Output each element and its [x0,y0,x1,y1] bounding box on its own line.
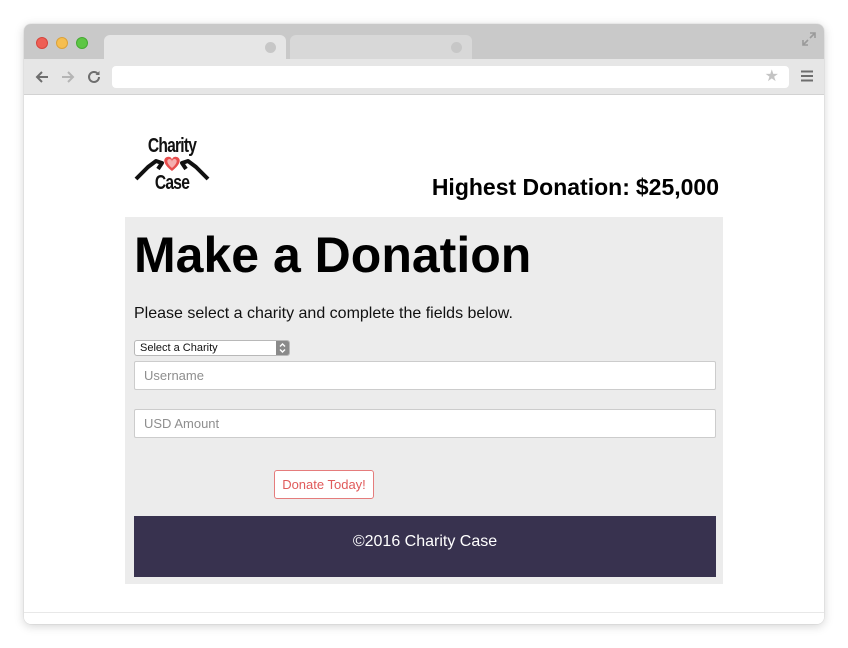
reload-icon[interactable] [86,69,102,85]
username-input[interactable] [134,361,716,390]
tab-active[interactable] [104,35,286,59]
tab-close-icon[interactable] [265,42,276,53]
tab-inactive[interactable] [290,35,472,59]
tab-bar [24,24,824,59]
donation-form-card: Make a Donation Please select a charity … [125,217,723,584]
address-bar[interactable]: ★ [112,66,789,88]
expand-icon[interactable] [802,32,816,46]
charity-select[interactable]: Select a Charity [134,340,290,356]
charity-case-logo[interactable]: Charity Case [134,135,210,201]
close-window-button[interactable] [36,37,48,49]
highest-donation-label: Highest Donation: [431,174,630,200]
hamburger-menu-icon[interactable] [800,69,814,83]
star-icon[interactable]: ★ [765,69,779,85]
zoom-window-button[interactable] [76,37,88,49]
select-arrows-icon [276,341,289,355]
arrow-left-icon[interactable] [34,69,50,85]
page-title: Make a Donation [134,227,532,283]
highest-donation: Highest Donation: $25,000 [432,174,719,201]
highest-donation-value: $25,000 [635,174,719,200]
page-footer: ©2016 Charity Case [134,516,716,577]
page-viewport: Charity Case Highest Donation: $25,000 Ma… [24,95,824,612]
browser-window: ★ Charity Case Highest Donation: $25,000 … [24,24,824,624]
arrow-right-icon[interactable] [60,69,76,85]
form-instructions: Please select a charity and complete the… [134,305,513,322]
browser-toolbar: ★ [24,59,824,95]
minimize-window-button[interactable] [56,37,68,49]
charity-select-value: Select a Charity [140,342,218,354]
donate-button[interactable]: Donate Today! [274,470,374,499]
usd-amount-input[interactable] [134,409,716,438]
window-bottom-edge [24,612,824,624]
logo-text-case: Case [154,172,190,194]
footer-copyright: ©2016 Charity Case [352,533,498,550]
tab-close-icon[interactable] [451,42,462,53]
